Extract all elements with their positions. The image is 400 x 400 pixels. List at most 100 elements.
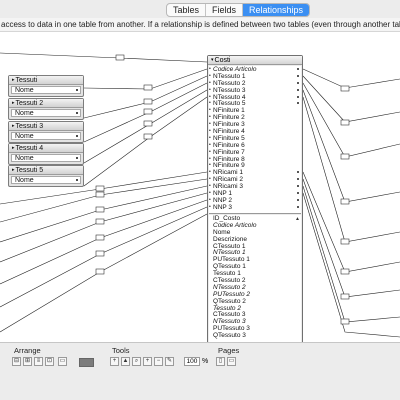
field-row[interactable]: PUTessuto 1 bbox=[209, 256, 301, 263]
relationship-canvas[interactable]: ▸Tessuti Nome ▸Tessuti 2 Nome ▸Tessuti 3… bbox=[0, 32, 400, 342]
info-text: access to data in one table from another… bbox=[0, 18, 400, 32]
pages-label: Pages bbox=[218, 346, 240, 355]
add-table-icon[interactable]: + bbox=[110, 357, 119, 366]
field-row[interactable]: Tessuto 2 bbox=[209, 305, 301, 312]
field-row[interactable]: QTessuto 1 bbox=[209, 263, 301, 270]
field-row[interactable]: CTessuto 1 bbox=[209, 243, 301, 250]
field-row[interactable]: • NFiniture 7 bbox=[209, 149, 301, 156]
field-row[interactable]: • NFiniture 6 bbox=[209, 142, 301, 149]
distribute-icon[interactable]: ≡ bbox=[34, 357, 43, 366]
field-row[interactable]: CTessuto 3 bbox=[209, 311, 301, 318]
align-left-icon[interactable]: ⊟ bbox=[12, 357, 21, 366]
field-name: QTessuto 3 bbox=[213, 332, 246, 340]
table-title: Tessuti 5 bbox=[15, 167, 44, 174]
collapse-triangle-icon[interactable]: ▾ bbox=[211, 57, 214, 63]
field-row[interactable]: NTessuto 3 bbox=[209, 318, 301, 325]
zoom-icon[interactable]: ⌕ bbox=[132, 357, 141, 366]
note-icon[interactable]: ✎ bbox=[165, 357, 174, 366]
page-break-icon[interactable]: ▭ bbox=[227, 357, 236, 366]
tab-tables[interactable]: Tables bbox=[167, 4, 207, 16]
field-nome[interactable]: Nome bbox=[11, 109, 81, 117]
field-row[interactable]: NTessuto 2 bbox=[209, 284, 301, 291]
link-dot-icon bbox=[297, 88, 299, 91]
field-row[interactable]: • NRicami 1 bbox=[209, 169, 301, 176]
table-title: Tessuti bbox=[15, 77, 38, 84]
field-row[interactable]: • NFiniture 3 bbox=[209, 121, 301, 128]
color-swatch[interactable] bbox=[79, 358, 94, 367]
field-row[interactable]: • NFiniture 8 bbox=[209, 156, 301, 163]
table-title: Tessuti 3 bbox=[15, 123, 44, 130]
tab-relationships[interactable]: Relationships bbox=[243, 4, 310, 16]
field-row[interactable]: CTessuto 2 bbox=[209, 277, 301, 284]
key-marker-icon: • bbox=[209, 203, 211, 210]
tab-bar: Tables Fields Relationships bbox=[0, 0, 400, 18]
link-dot-icon bbox=[76, 112, 78, 114]
field-row[interactable]: • NNP 2 bbox=[209, 197, 301, 204]
field-row[interactable]: • NFiniture 5 bbox=[209, 135, 301, 142]
collapse-triangle-icon[interactable]: ▸ bbox=[12, 77, 15, 83]
collapse-triangle-icon[interactable]: ▸ bbox=[12, 123, 15, 129]
field-row[interactable]: • NTessuto 3 bbox=[209, 87, 301, 94]
field-row[interactable]: • NRicami 3 bbox=[209, 183, 301, 190]
resize-icon[interactable]: ⊡ bbox=[45, 357, 54, 366]
field-row[interactable]: • NNP 3 bbox=[209, 204, 301, 211]
table-tessuti-2[interactable]: ▸Tessuti 2 Nome bbox=[8, 98, 84, 120]
field-row[interactable]: PUTessuto 2 bbox=[209, 291, 301, 298]
field-row[interactable]: • NRicami 2 bbox=[209, 176, 301, 183]
table-tessuti[interactable]: ▸Tessuti Nome bbox=[8, 75, 84, 97]
field-row[interactable]: PUTessuto 3 bbox=[209, 325, 301, 332]
field-nome[interactable]: Nome bbox=[11, 132, 81, 140]
table-title: Tessuti 2 bbox=[15, 100, 44, 107]
field-row[interactable]: Descrizione bbox=[209, 236, 301, 243]
link-dot-icon bbox=[297, 192, 299, 195]
table-title: Costi bbox=[214, 57, 231, 64]
field-row[interactable]: • NTessuto 2 bbox=[209, 80, 301, 87]
table-costi[interactable]: ▾Costi • Codice Articolo • NTessuto 1 • NTess… bbox=[207, 55, 303, 342]
scroll-up-icon[interactable]: ▲ bbox=[295, 216, 300, 222]
align-center-icon[interactable]: ⊞ bbox=[23, 357, 32, 366]
link-dot-icon bbox=[76, 89, 78, 91]
collapse-triangle-icon[interactable]: ▸ bbox=[12, 100, 15, 106]
zoom-level-field[interactable]: 100 bbox=[184, 357, 200, 366]
link-dot-icon bbox=[297, 95, 299, 98]
arrange-menu-icon[interactable]: ▭ bbox=[58, 357, 67, 366]
other-fields-list[interactable]: ID_Costo Codice Articolo Nome Descrizione CT… bbox=[209, 215, 301, 342]
tools-label: Tools bbox=[112, 346, 130, 355]
field-row[interactable]: • NTessuto 5 bbox=[209, 100, 301, 107]
tab-fields[interactable]: Fields bbox=[206, 4, 244, 16]
field-row[interactable]: • NFiniture 2 bbox=[209, 114, 301, 121]
collapse-triangle-icon[interactable]: ▸ bbox=[12, 145, 15, 151]
page-setup-icon[interactable]: ▯ bbox=[216, 357, 225, 366]
key-fields-list: • Codice Articolo • NTessuto 1 • NTessuto 2 • N… bbox=[209, 66, 301, 214]
field-nome[interactable]: Nome bbox=[11, 176, 81, 184]
zoom-out-icon[interactable]: − bbox=[154, 357, 163, 366]
field-row[interactable]: Tessuto 1 bbox=[209, 270, 301, 277]
zoom-in-icon[interactable]: + bbox=[143, 357, 152, 366]
field-row[interactable]: • NFiniture 1 bbox=[209, 107, 301, 114]
collapse-triangle-icon[interactable]: ▸ bbox=[12, 167, 15, 173]
field-row[interactable]: • NFiniture 9 bbox=[209, 162, 301, 169]
field-row[interactable]: ID_Costo bbox=[209, 215, 301, 222]
link-dot-icon bbox=[297, 102, 299, 105]
field-row[interactable]: QTessuto 3 bbox=[209, 332, 301, 339]
field-row[interactable]: Codice Articolo bbox=[209, 222, 301, 229]
field-row[interactable]: NTessuto 1 bbox=[209, 249, 301, 256]
field-name: NNP 3 bbox=[213, 203, 233, 211]
field-row[interactable]: • NNP 1 bbox=[209, 190, 301, 197]
link-dot-icon bbox=[297, 205, 299, 208]
table-tessuti-3[interactable]: ▸Tessuti 3 Nome bbox=[8, 121, 84, 143]
field-row[interactable]: • NFiniture 4 bbox=[209, 128, 301, 135]
pointer-icon[interactable]: ▲ bbox=[121, 357, 130, 366]
field-nome[interactable]: Nome bbox=[11, 86, 81, 94]
field-row[interactable]: • Codice Articolo bbox=[209, 66, 301, 73]
table-tessuti-5[interactable]: ▸Tessuti 5 Nome bbox=[8, 165, 84, 187]
field-row[interactable]: • NTessuto 4 bbox=[209, 94, 301, 101]
field-row[interactable]: Nome bbox=[209, 229, 301, 236]
field-row[interactable]: QTessuto 2 bbox=[209, 298, 301, 305]
link-dot-icon bbox=[76, 135, 78, 137]
link-dot-icon bbox=[76, 179, 78, 181]
table-tessuti-4[interactable]: ▸Tessuti 4 Nome bbox=[8, 143, 84, 165]
field-row[interactable]: • NTessuto 1 bbox=[209, 73, 301, 80]
field-nome[interactable]: Nome bbox=[11, 154, 81, 162]
link-dot-icon bbox=[297, 68, 299, 70]
